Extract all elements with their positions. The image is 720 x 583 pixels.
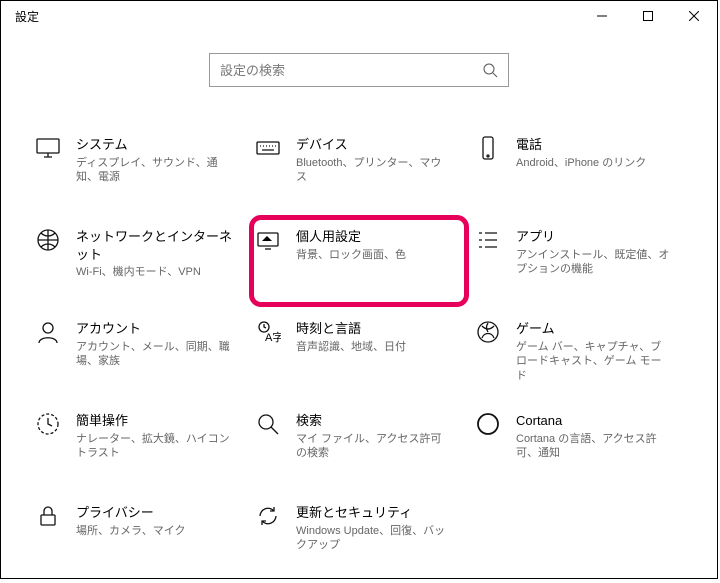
time-language-icon: A字 xyxy=(255,319,281,345)
tile-title: ゲーム xyxy=(516,320,672,338)
tile-gaming[interactable]: ゲームゲーム バー、キャプチャ、ブロードキャスト、ゲーム モード xyxy=(469,307,689,399)
tile-subtitle: Android、iPhone のリンク xyxy=(516,156,672,171)
tile-title: アカウント xyxy=(76,320,232,338)
tile-network[interactable]: ネットワークとインターネット Wi-Fi、機内モード、VPN xyxy=(29,215,249,307)
tile-personalization[interactable]: 個人用設定背景、ロック画面、色 xyxy=(249,215,469,307)
tile-subtitle: 場所、カメラ、マイク xyxy=(76,524,232,539)
minimize-icon xyxy=(597,11,607,21)
tile-title: 更新とセキュリティ xyxy=(296,504,452,522)
ease-icon xyxy=(35,411,61,437)
globe-icon xyxy=(35,227,61,253)
maximize-icon xyxy=(643,11,653,21)
tile-search[interactable]: 検索マイ ファイル、アクセス許可の検索 xyxy=(249,399,469,491)
svg-text:A字: A字 xyxy=(265,330,281,344)
tile-subtitle: Bluetooth、プリンター、マウス xyxy=(296,156,452,186)
tile-cortana[interactable]: Cortana Cortana の言語、アクセス許可、通知 xyxy=(469,399,689,491)
tile-subtitle: 背景、ロック画面、色 xyxy=(296,248,452,263)
tile-title: デバイス xyxy=(296,136,452,154)
tile-apps[interactable]: アプリアンインストール、既定値、オプションの機能 xyxy=(469,215,689,307)
tile-title: 検索 xyxy=(296,412,452,430)
search-input[interactable] xyxy=(220,63,482,78)
window-title: 設定 xyxy=(1,8,39,25)
tile-title: ネットワークとインターネット xyxy=(76,228,232,263)
update-icon xyxy=(255,503,281,529)
tile-subtitle: ディスプレイ、サウンド、通知、電源 xyxy=(76,156,232,186)
xbox-icon xyxy=(475,319,501,345)
tile-time-language[interactable]: A字 時刻と言語音声認識、地域、日付 xyxy=(249,307,469,399)
cortana-icon xyxy=(475,411,501,437)
tile-title: 電話 xyxy=(516,136,672,154)
tile-subtitle: 音声認識、地域、日付 xyxy=(296,340,452,355)
tile-title: 時刻と言語 xyxy=(296,320,452,338)
keyboard-icon xyxy=(255,135,281,161)
tile-title: 個人用設定 xyxy=(296,228,452,246)
tile-accounts[interactable]: アカウントアカウント、メール、同期、職場、家族 xyxy=(29,307,249,399)
maximize-button[interactable] xyxy=(625,1,671,31)
tile-subtitle: アンインストール、既定値、オプションの機能 xyxy=(516,248,672,278)
display-icon xyxy=(35,135,61,161)
apps-icon xyxy=(475,227,501,253)
tile-subtitle: ナレーター、拡大鏡、ハイコントラスト xyxy=(76,432,232,462)
close-button[interactable] xyxy=(671,1,717,31)
tile-title: Cortana xyxy=(516,412,672,430)
minimize-button[interactable] xyxy=(579,1,625,31)
tile-subtitle: マイ ファイル、アクセス許可の検索 xyxy=(296,432,452,462)
tile-subtitle: アカウント、メール、同期、職場、家族 xyxy=(76,340,232,370)
tile-devices[interactable]: デバイス Bluetooth、プリンター、マウス xyxy=(249,123,469,215)
tile-subtitle: Wi-Fi、機内モード、VPN xyxy=(76,265,232,280)
tile-title: プライバシー xyxy=(76,504,232,522)
tile-title: 簡単操作 xyxy=(76,412,232,430)
tile-system[interactable]: システムディスプレイ、サウンド、通知、電源 xyxy=(29,123,249,215)
tile-title: アプリ xyxy=(516,228,672,246)
search-tile-icon xyxy=(255,411,281,437)
tile-title: システム xyxy=(76,136,232,154)
settings-grid: システムディスプレイ、サウンド、通知、電源 デバイス Bluetooth、プリンタ… xyxy=(1,87,717,583)
tile-subtitle: Cortana の言語、アクセス許可、通知 xyxy=(516,432,672,462)
person-icon xyxy=(35,319,61,345)
search-box[interactable] xyxy=(209,53,509,87)
tile-phone[interactable]: 電話 Android、iPhone のリンク xyxy=(469,123,689,215)
phone-icon xyxy=(475,135,501,161)
tile-privacy[interactable]: プライバシー場所、カメラ、マイク xyxy=(29,491,249,583)
tile-ease-of-access[interactable]: 簡単操作ナレーター、拡大鏡、ハイコントラスト xyxy=(29,399,249,491)
tile-subtitle: Windows Update、回復、バックアップ xyxy=(296,524,452,554)
search-icon xyxy=(482,62,498,78)
tile-subtitle: ゲーム バー、キャプチャ、ブロードキャスト、ゲーム モード xyxy=(516,340,672,385)
lock-icon xyxy=(35,503,61,529)
close-icon xyxy=(689,11,699,21)
personalization-icon xyxy=(255,227,281,253)
titlebar: 設定 xyxy=(1,1,717,31)
tile-update-security[interactable]: 更新とセキュリティ Windows Update、回復、バックアップ xyxy=(249,491,469,583)
